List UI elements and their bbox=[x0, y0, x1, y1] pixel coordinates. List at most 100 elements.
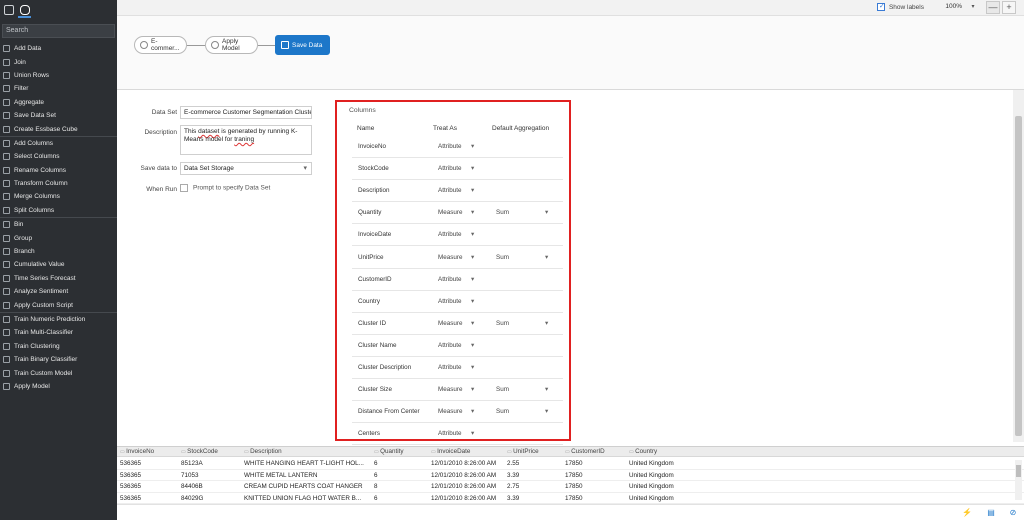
treat-as-select[interactable]: Measure bbox=[438, 408, 463, 415]
sidebar-item[interactable]: Analyze Sentiment bbox=[0, 285, 117, 298]
treat-as-select[interactable]: Attribute bbox=[438, 187, 461, 194]
run-flow-icon[interactable]: ⚡ bbox=[962, 508, 972, 518]
chevron-down-icon[interactable]: ▾ bbox=[471, 186, 474, 194]
table-row[interactable]: 536365 84406B CREAM CUPID HEARTS COAT HANG… bbox=[117, 481, 1024, 493]
treat-as-select[interactable]: Measure bbox=[438, 254, 463, 261]
chevron-down-icon[interactable]: ▾ bbox=[471, 297, 474, 305]
flow-canvas[interactable]: E-commer... Apply Model Save Data bbox=[117, 16, 1024, 90]
sidebar-item[interactable]: Train Binary Classifier bbox=[0, 353, 117, 366]
flow-node-apply-model[interactable]: Apply Model bbox=[205, 36, 258, 54]
chevron-down-icon[interactable]: ▾ bbox=[471, 208, 474, 216]
link-icon[interactable]: ⊘ bbox=[1008, 508, 1018, 518]
table-row[interactable]: 536365 84029G KNITTED UNION FLAG HOT WATER… bbox=[117, 493, 1024, 504]
description-textarea[interactable]: This dataset is generated by running K-M… bbox=[180, 125, 312, 155]
save-to-select[interactable]: Data Set Storage bbox=[180, 162, 312, 175]
grid-column-header[interactable]: UnitPrice bbox=[507, 448, 539, 455]
chevron-down-icon[interactable]: ▾ bbox=[545, 208, 548, 216]
grid-column-header[interactable]: StockCode bbox=[181, 448, 218, 455]
data-preview-icon[interactable]: ▤ bbox=[986, 508, 996, 518]
treat-as-select[interactable]: Attribute bbox=[438, 143, 461, 150]
prompt-checkbox[interactable] bbox=[180, 184, 188, 192]
sidebar-item[interactable]: Train Custom Model bbox=[0, 366, 117, 379]
chevron-down-icon[interactable]: ▾ bbox=[471, 407, 474, 415]
treat-as-select[interactable]: Measure bbox=[438, 386, 463, 393]
treat-as-select[interactable]: Attribute bbox=[438, 165, 461, 172]
aggregation-select[interactable]: Sum bbox=[496, 209, 509, 216]
sidebar-item[interactable]: Add Columns bbox=[0, 137, 117, 150]
chevron-down-icon[interactable]: ▾ bbox=[471, 230, 474, 238]
grid-scrollbar[interactable] bbox=[1015, 460, 1022, 500]
aggregation-select[interactable]: Sum bbox=[496, 254, 509, 261]
grid-column-header[interactable]: InvoiceDate bbox=[431, 448, 470, 455]
sidebar-item[interactable]: Apply Model bbox=[0, 380, 117, 393]
sidebar-item[interactable]: Branch bbox=[0, 245, 117, 258]
sidebar-item[interactable]: Time Series Forecast bbox=[0, 272, 117, 285]
sidebar-item[interactable]: Apply Custom Script bbox=[0, 298, 117, 311]
treat-as-select[interactable]: Measure bbox=[438, 209, 463, 216]
database-icon[interactable] bbox=[4, 5, 14, 15]
aggregation-select[interactable]: Sum bbox=[496, 408, 509, 415]
aggregation-select[interactable]: Sum bbox=[496, 320, 509, 327]
sidebar-item[interactable]: Train Multi-Classifier bbox=[0, 326, 117, 339]
sidebar-item[interactable]: Save Data Set bbox=[0, 109, 117, 122]
sidebar-item[interactable]: Create Essbase Cube bbox=[0, 122, 117, 135]
dataset-name-input[interactable]: E-commerce Customer Segmentation Cluste bbox=[180, 106, 312, 119]
sidebar-item[interactable]: Bin bbox=[0, 218, 117, 231]
zoom-dropdown-icon[interactable]: ▾ bbox=[968, 1, 978, 14]
sidebar-item[interactable]: Group bbox=[0, 231, 117, 244]
treat-as-select[interactable]: Attribute bbox=[438, 231, 461, 238]
chevron-down-icon[interactable]: ▾ bbox=[545, 253, 548, 261]
chevron-down-icon[interactable]: ▾ bbox=[471, 253, 474, 261]
scrollbar-thumb[interactable] bbox=[1015, 116, 1022, 436]
treat-as-select[interactable]: Attribute bbox=[438, 342, 461, 349]
scrollbar-thumb[interactable] bbox=[1016, 465, 1021, 477]
treat-as-select[interactable]: Measure bbox=[438, 320, 463, 327]
zoom-in-button[interactable]: + bbox=[1002, 1, 1016, 14]
chevron-down-icon[interactable]: ▾ bbox=[471, 385, 474, 393]
chevron-down-icon[interactable]: ▾ bbox=[471, 429, 474, 437]
table-row[interactable]: 536365 71053 WHITE METAL LANTERN 6 12/01/201… bbox=[117, 470, 1024, 481]
properties-scrollbar[interactable] bbox=[1013, 90, 1024, 442]
grid-column-header[interactable]: Country bbox=[629, 448, 657, 455]
sidebar-item[interactable]: Merge Columns bbox=[0, 190, 117, 203]
show-labels-checkbox[interactable] bbox=[876, 2, 885, 11]
sidebar-item[interactable]: Filter bbox=[0, 82, 117, 95]
sidebar-item[interactable]: Cumulative Value bbox=[0, 258, 117, 271]
sidebar-item[interactable]: Union Rows bbox=[0, 69, 117, 82]
sidebar-item[interactable]: Train Numeric Prediction bbox=[0, 313, 117, 326]
sidebar-item[interactable]: Split Columns bbox=[0, 204, 117, 217]
aggregation-select[interactable]: Sum bbox=[496, 386, 509, 393]
treat-as-select[interactable]: Attribute bbox=[438, 364, 461, 371]
dataflow-icon[interactable] bbox=[20, 5, 30, 15]
sidebar-item[interactable]: Transform Column bbox=[0, 177, 117, 190]
sidebar-item[interactable]: Rename Columns bbox=[0, 164, 117, 177]
search-input[interactable]: Search bbox=[2, 24, 115, 38]
grid-column-header[interactable]: InvoiceNo bbox=[120, 448, 154, 455]
flow-node-save-data[interactable]: Save Data bbox=[275, 35, 330, 55]
chevron-down-icon[interactable]: ▾ bbox=[545, 385, 548, 393]
chevron-down-icon[interactable]: ▾ bbox=[471, 164, 474, 172]
grid-column-header[interactable]: Quantity bbox=[374, 448, 403, 455]
grid-column-header[interactable]: CustomerID bbox=[565, 448, 605, 455]
treat-as-select[interactable]: Attribute bbox=[438, 276, 461, 283]
zoom-out-button[interactable]: — bbox=[986, 1, 1000, 14]
table-row[interactable]: 536365 85123A WHITE HANGING HEART T-LIGHT … bbox=[117, 458, 1024, 470]
chevron-down-icon[interactable]: ▾ bbox=[471, 363, 474, 371]
sidebar-item[interactable]: Train Clustering bbox=[0, 340, 117, 353]
chevron-down-icon[interactable]: ▾ bbox=[471, 319, 474, 327]
sidebar-item[interactable]: Aggregate bbox=[0, 96, 117, 109]
sidebar-item[interactable]: Add Data bbox=[0, 42, 117, 55]
sidebar-item[interactable]: Join bbox=[0, 55, 117, 68]
treat-as-select[interactable]: Attribute bbox=[438, 430, 461, 437]
chevron-down-icon[interactable]: ▾ bbox=[545, 407, 548, 415]
chevron-down-icon[interactable]: ▾ bbox=[471, 341, 474, 349]
treat-as-select[interactable]: Attribute bbox=[438, 298, 461, 305]
sidebar-item[interactable]: Select Columns bbox=[0, 150, 117, 163]
chevron-down-icon[interactable]: ▾ bbox=[545, 319, 548, 327]
chevron-down-icon[interactable]: ▾ bbox=[471, 142, 474, 150]
chevron-down-icon[interactable]: ▾ bbox=[471, 275, 474, 283]
show-labels-toggle[interactable]: Show labels bbox=[876, 2, 924, 11]
flow-node-source[interactable]: E-commer... bbox=[134, 36, 187, 54]
when-run-option[interactable]: Prompt to specify Data Set bbox=[180, 184, 270, 192]
grid-column-header[interactable]: Description bbox=[244, 448, 282, 455]
